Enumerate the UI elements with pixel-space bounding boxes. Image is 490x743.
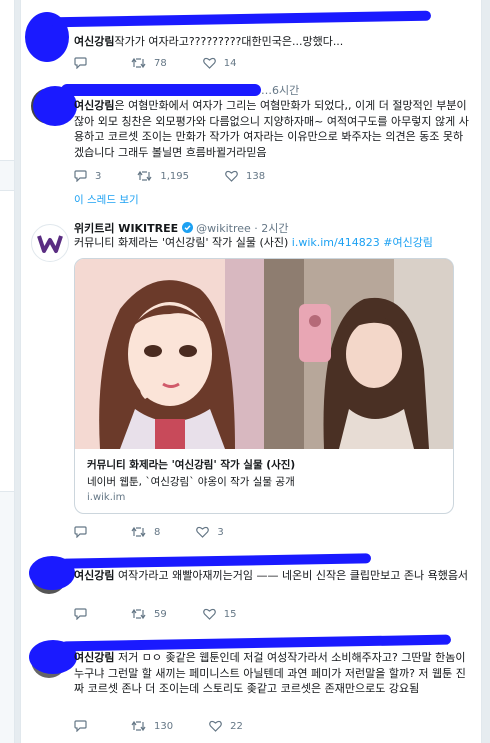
reply-icon [74,526,87,538]
wikitree-avatar[interactable] [31,224,69,262]
heart-icon [209,720,222,732]
like-button[interactable]: 138 [225,170,265,182]
hashtag[interactable]: #여신강림 [383,236,433,249]
retweet-button[interactable]: 130 [131,720,173,732]
reply-icon [74,608,87,620]
timeline: 여신강림작가가 여자라고?????????대한민국은...망했다... 78 1… [20,0,482,743]
redaction-scribble [50,10,432,28]
like-button[interactable]: 22 [209,720,243,732]
reply-button[interactable]: 3 [74,170,101,182]
redaction-scribble [60,553,372,569]
like-button[interactable]: 15 [202,608,236,620]
tweet-time: …6시간 [261,84,300,97]
author-handle[interactable]: @wikitree [196,222,251,235]
heart-icon [202,57,216,69]
reply-icon [74,720,87,732]
heart-icon [202,608,216,620]
card-title: 커뮤니티 화제라는 '여신강림' 작가 실물 (사진) [87,459,296,471]
verified-badge-icon [181,222,193,233]
tweet-header: 위키트리 WIKITREE @wikitree · 2시간 [74,222,289,235]
author-name[interactable]: 위키트리 WIKITREE [74,222,178,235]
retweet-button[interactable]: 59 [131,608,167,620]
left-card [0,190,14,492]
retweet-icon [131,720,146,732]
tweet-text: 커뮤니티 화제라는 '여신강림' 작가 실물 (사진) i.wik.im/414… [74,236,433,249]
tweet[interactable]: 여신강림 저거 ㅁㅇ 좆같은 웹툰인데 저걸 여성작가라서 소비해주자고? 그딴… [21,630,481,743]
tweet-text: 여신강림은 여혐만화에서 여자가 그리는 여혐만화가 되었다,, 이게 더 절망… [74,99,469,159]
tweet-actions: 8 3 [74,526,260,538]
retweet-icon [137,170,152,182]
reply-button[interactable] [74,526,95,538]
retweet-button[interactable]: 78 [131,57,167,69]
show-thread-link[interactable]: 이 스레드 보기 [74,192,139,207]
reply-icon [74,57,87,69]
like-button[interactable]: 3 [196,526,224,538]
tweet-actions: 59 15 [74,608,272,620]
tweet[interactable]: 여신강림작가가 여자라고?????????대한민국은...망했다... 78 1… [21,0,481,81]
card-description: 네이버 웹툰, `여신강림` 야옹이 작가 실물 공개 [87,476,295,488]
retweet-icon [131,608,146,620]
retweet-icon [131,57,146,69]
heart-icon [196,526,210,538]
tweet-actions: 130 22 [74,720,279,732]
webtoon-illustration-image [75,259,264,449]
like-button[interactable]: 14 [202,57,236,69]
tweet[interactable]: 여신강림 여작가라고 왜빨아재끼는거임 —— 네온비 신작은 클립만보고 존나 … [21,548,481,631]
left-sidebar-strip [0,0,15,743]
card-domain: i.wik.im [87,492,126,503]
reply-button[interactable] [74,720,95,732]
tweet-actions: 78 14 [74,57,272,69]
tweet[interactable]: …6시간 여신강림은 여혐만화에서 여자가 그리는 여혐만화가 되었다,, 이게… [21,80,481,209]
wikitree-logo-icon [37,235,63,253]
heart-icon [225,170,238,182]
reply-icon [74,170,87,182]
redaction-scribble [60,634,452,652]
redaction-scribble [61,84,261,96]
author-photo-image [264,259,453,449]
link-preview-card[interactable]: 커뮤니티 화제라는 '여신강림' 작가 실물 (사진) 네이버 웹툰, `여신강… [74,258,454,514]
tweet-text: 여신강림 여작가라고 왜빨아재끼는거임 —— 네온비 신작은 클립만보고 존나 … [74,569,469,582]
tweet[interactable]: 위키트리 WIKITREE @wikitree · 2시간 커뮤니티 화제라는 … [21,208,481,549]
retweet-button[interactable]: 8 [131,526,160,538]
card-images [75,259,453,449]
reply-button[interactable] [74,608,95,620]
left-card [0,0,14,161]
reply-button[interactable] [74,57,95,69]
tweet-actions: 3 1,195 138 [74,170,301,182]
retweet-icon [131,526,146,538]
retweet-button[interactable]: 1,195 [137,170,189,182]
tweet-link[interactable]: i.wik.im/414823 [292,236,380,249]
tweet-text: 여신강림 저거 ㅁㅇ 좆같은 웹툰인데 저걸 여성작가라서 소비해주자고? 그딴… [74,651,466,695]
tweet-text: 여신강림작가가 여자라고?????????대한민국은...망했다... [74,35,344,48]
tweet-time[interactable]: 2시간 [261,222,288,235]
